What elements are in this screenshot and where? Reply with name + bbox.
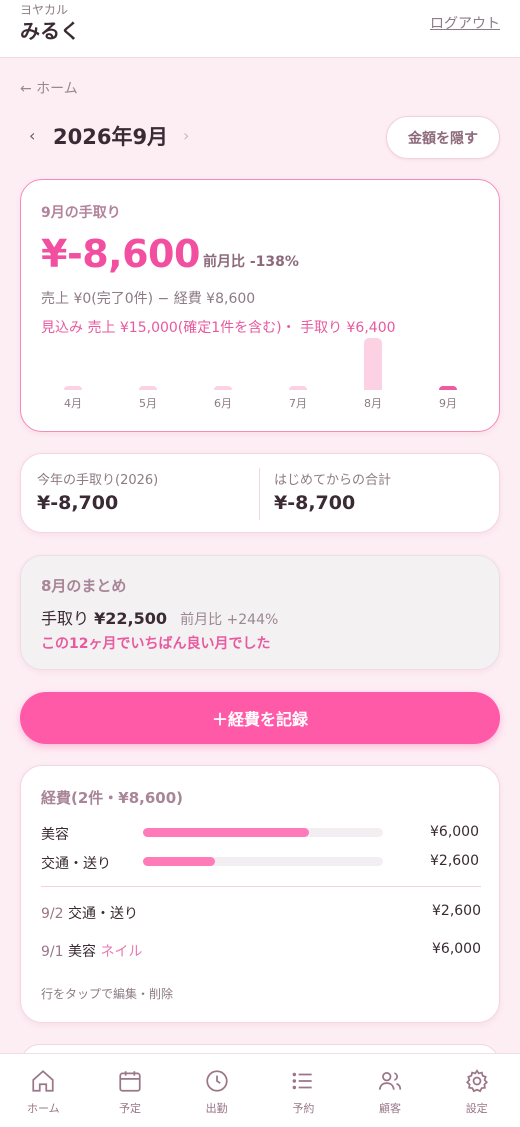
expense-date: 9/1 — [41, 944, 64, 960]
nav-shift[interactable]: 出勤 — [173, 1054, 260, 1127]
bottom-nav: ホーム 予定 出勤 予約 顧客 設定 — [0, 1053, 520, 1127]
prev-month-button[interactable]: ‹ — [29, 126, 35, 145]
expense-row[interactable]: 9/1 美容 ネイル ¥6,000 — [41, 941, 481, 961]
app-header: ヨヤカル みるく ログアウト — [0, 0, 520, 58]
income-forecast: 見込み 売上 ¥15,000(確定1件を含む)・ 手取り ¥6,400 — [41, 320, 396, 336]
expense-category-bar-fill — [143, 828, 309, 837]
expenses-card: 経費(2件・¥8,600) 美容 ¥6,000 交通・送り ¥2,600 9/2… — [20, 765, 500, 1023]
expenses-hint: 行をタップで編集・削除 — [41, 987, 174, 1001]
expense-amount: ¥2,600 — [432, 903, 481, 919]
chart-bar-6 — [439, 386, 457, 390]
users-icon — [378, 1072, 402, 1090]
nav-label: 設定 — [465, 1102, 488, 1115]
chart-bar-4 — [289, 386, 307, 390]
totals-card: 今年の手取り(2026) ¥-8,700 はじめてからの合計 ¥-8,700 — [20, 453, 500, 533]
chart-month-label: 6月 — [214, 397, 232, 410]
summary-label: 手取り — [41, 609, 90, 628]
expense-category-label: 美容 — [41, 827, 69, 843]
chart-month-label: 8月 — [364, 397, 382, 410]
nav-reservations[interactable]: 予約 — [260, 1054, 347, 1127]
list-icon — [292, 1072, 313, 1090]
month-title: 2026年9月 — [53, 125, 169, 149]
nav-schedule[interactable]: 予定 — [87, 1054, 174, 1127]
summary-note: この12ヶ月でいちばん良い月でした — [41, 636, 271, 652]
expense-date: 9/2 — [41, 906, 64, 922]
monthly-income-card: 9月の手取り ¥-8,600 前月比 -138% 売上 ¥0(完了0件) − 経… — [20, 179, 500, 432]
nav-label: 顧客 — [379, 1102, 402, 1115]
expense-category-bar — [143, 828, 383, 837]
income-detail: 売上 ¥0(完了0件) − 経費 ¥8,600 — [41, 291, 256, 307]
chart-bar-5 — [364, 338, 382, 390]
expense-memo: ネイル — [100, 944, 143, 960]
all-time-total-label: はじめてからの合計 — [274, 473, 392, 488]
app-name: みるく — [20, 19, 80, 43]
income-amount: ¥-8,600 — [41, 232, 200, 276]
expense-category-label: 交通・送り — [41, 856, 111, 872]
summary-value: ¥22,500 — [94, 609, 167, 628]
summary-title: 8月のまとめ — [41, 577, 127, 595]
chart-bar-1 — [64, 386, 82, 390]
chart-month-label: 7月 — [289, 397, 307, 410]
chart-month-label: 5月 — [139, 397, 157, 410]
nav-label: 出勤 — [205, 1102, 228, 1115]
calendar-icon — [119, 1071, 141, 1092]
summary-line: 手取り ¥22,500 前月比 +244% — [41, 605, 278, 629]
nav-home[interactable]: ホーム — [0, 1054, 87, 1127]
all-time-total-value: ¥-8,700 — [274, 492, 356, 514]
last-month-summary-card: 8月のまとめ 手取り ¥22,500 前月比 +244% この12ヶ月でいちばん… — [20, 555, 500, 670]
nav-label: 予約 — [292, 1102, 315, 1115]
expense-category-bar-fill — [143, 857, 215, 866]
hide-amounts-button[interactable]: 金額を隠す — [386, 116, 500, 159]
expense-category-amount: ¥2,600 — [430, 853, 479, 869]
clock-icon — [206, 1070, 228, 1092]
year-total-value: ¥-8,700 — [37, 492, 119, 514]
gear-icon — [465, 1069, 488, 1093]
next-month-button[interactable]: › — [183, 126, 189, 145]
income-mom: 前月比 -138% — [203, 254, 299, 270]
chart-bar-3 — [214, 386, 232, 390]
chart-bar-2 — [139, 386, 157, 390]
home-icon — [32, 1070, 54, 1092]
summary-mom: 前月比 +244% — [180, 612, 279, 628]
expense-row[interactable]: 9/2 交通・送り ¥2,600 — [41, 903, 481, 923]
nav-label: 予定 — [119, 1102, 141, 1115]
nav-label: ホーム — [27, 1102, 60, 1115]
income-card-title: 9月の手取り — [41, 205, 121, 221]
nav-customers[interactable]: 顧客 — [347, 1054, 434, 1127]
expenses-title: 経費(2件・¥8,600) — [41, 789, 184, 807]
back-home-link[interactable]: ← ホーム — [20, 78, 78, 98]
nav-settings[interactable]: 設定 — [433, 1054, 520, 1127]
logout-link[interactable]: ログアウト — [430, 13, 500, 33]
expense-category: 交通・送り — [67, 906, 138, 922]
chart-month-label: 4月 — [64, 397, 82, 410]
expense-category-amount: ¥6,000 — [430, 824, 479, 840]
record-expense-button[interactable]: ＋経費を記録 — [20, 692, 500, 744]
chart-month-label: 9月 — [439, 397, 457, 410]
expenses-divider — [41, 886, 481, 887]
expense-category-bar — [143, 857, 383, 866]
expense-category: 美容 — [67, 944, 96, 960]
year-total-label: 今年の手取り(2026) — [37, 473, 159, 488]
expense-amount: ¥6,000 — [432, 941, 481, 957]
totals-divider — [259, 468, 260, 520]
monthly-bar-chart: 4月 5月 6月 7月 8月 9月 — [21, 335, 501, 415]
